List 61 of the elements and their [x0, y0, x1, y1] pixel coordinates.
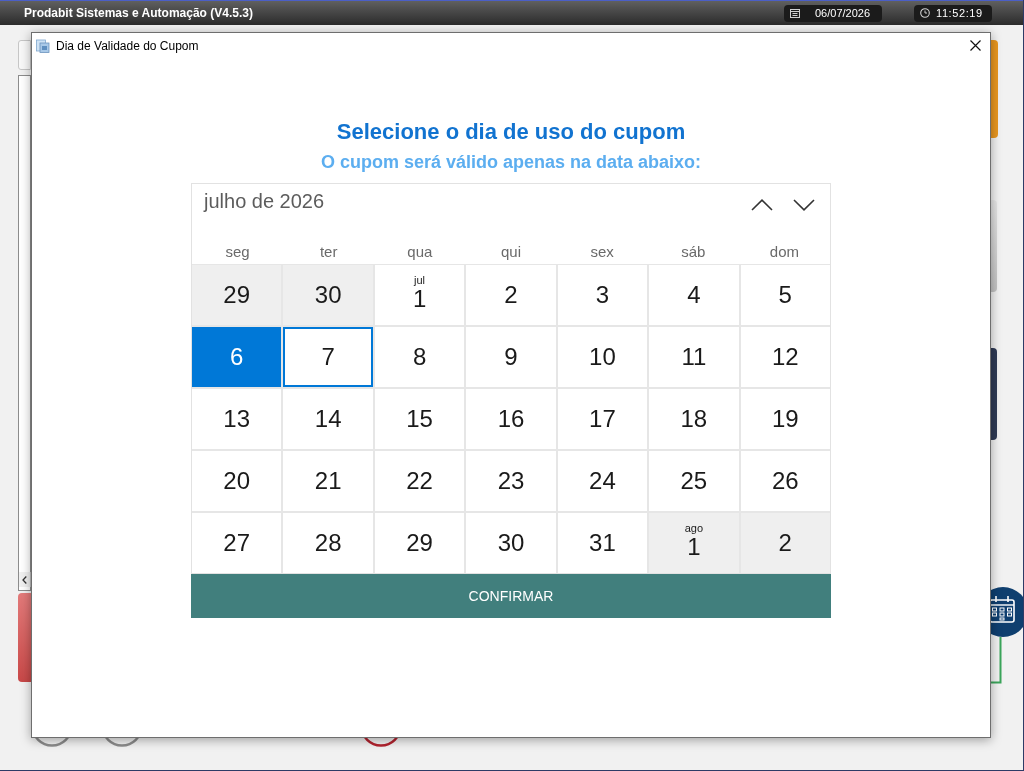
calendar-day[interactable]: 28 [283, 513, 373, 573]
month-label: jul [414, 275, 426, 286]
calendar-day[interactable]: 29 [374, 513, 465, 573]
date-text: 06/07/2026 [815, 6, 871, 20]
app-title: Prodabit Sistemas e Automação (V4.5.3) [24, 5, 253, 21]
calendar-day[interactable]: 30 [466, 513, 556, 573]
calendar-day[interactable]: 6 [192, 327, 282, 387]
calendar-day[interactable]: 24 [557, 451, 648, 511]
calendar-day[interactable]: 16 [466, 389, 556, 449]
calendar-day[interactable]: 14 [283, 389, 373, 449]
dialog-title: Dia de Validade do Cupom [56, 37, 199, 54]
calendar-day[interactable]: 5 [740, 265, 830, 325]
weekday-label: sex [590, 242, 614, 262]
calendar-day[interactable]: 21 [283, 451, 373, 511]
chevron-left-icon [22, 575, 27, 584]
calendar-day[interactable]: 26 [740, 451, 830, 511]
subheading: O cupom será válido apenas na data abaixo: [320, 151, 702, 173]
calendar-day[interactable]: 10 [557, 327, 648, 387]
calendar-day[interactable]: 11 [649, 327, 739, 387]
chevron-up-icon [751, 199, 773, 211]
weekday-label: seg [225, 242, 250, 262]
calendar-day[interactable]: 30 [283, 265, 373, 325]
calendar-day[interactable]: 13 [192, 389, 282, 449]
weekday-label: sáb [681, 242, 706, 262]
calendar-day[interactable]: 1 ago [649, 513, 739, 573]
confirm-button[interactable]: CONFIRMAR [191, 574, 831, 618]
calendar-day[interactable]: 7 [283, 327, 373, 387]
month-title: julho de 2026 [204, 189, 325, 214]
calendar-day[interactable]: 19 [740, 389, 830, 449]
weekday-label: dom [769, 242, 799, 262]
calendar-day[interactable]: 31 [557, 513, 648, 573]
month-label: ago [684, 523, 703, 534]
calendar-day[interactable]: 12 [740, 327, 830, 387]
calendar-day[interactable]: 9 [466, 327, 556, 387]
heading: Selecione o dia de uso do cupom [336, 118, 686, 146]
calendar-day[interactable]: 27 [192, 513, 282, 573]
calendar-icon [790, 8, 800, 18]
calendar-day[interactable]: 29 [192, 265, 282, 325]
calendar-day[interactable]: 15 [374, 389, 465, 449]
calendar-day[interactable]: 4 [649, 265, 739, 325]
calendar-day[interactable]: 23 [466, 451, 556, 511]
calendar-day[interactable]: 3 [557, 265, 648, 325]
calendar-day[interactable]: 1 jul [374, 265, 465, 325]
calendar-day[interactable]: 2 [466, 265, 556, 325]
window-icon [36, 38, 50, 53]
calendar-day[interactable]: 25 [649, 451, 739, 511]
clock-icon [920, 8, 930, 18]
calendar-day[interactable]: 20 [192, 451, 282, 511]
calendar-day[interactable]: 2 [740, 513, 830, 573]
weekday-label: qua [407, 242, 433, 262]
time-text: 11:52:19 [936, 6, 983, 20]
close-icon [969, 40, 981, 51]
calendar-day[interactable]: 18 [649, 389, 739, 449]
calendar-day[interactable]: 17 [557, 389, 648, 449]
weekday-label: qui [500, 242, 521, 262]
chevron-down-icon [793, 199, 815, 211]
calendar-day[interactable]: 22 [374, 451, 465, 511]
calendar-day[interactable]: 8 [374, 327, 465, 387]
scroll-left-button[interactable] [19, 572, 31, 587]
connector-line [991, 637, 1002, 684]
weekday-label: ter [319, 242, 338, 262]
